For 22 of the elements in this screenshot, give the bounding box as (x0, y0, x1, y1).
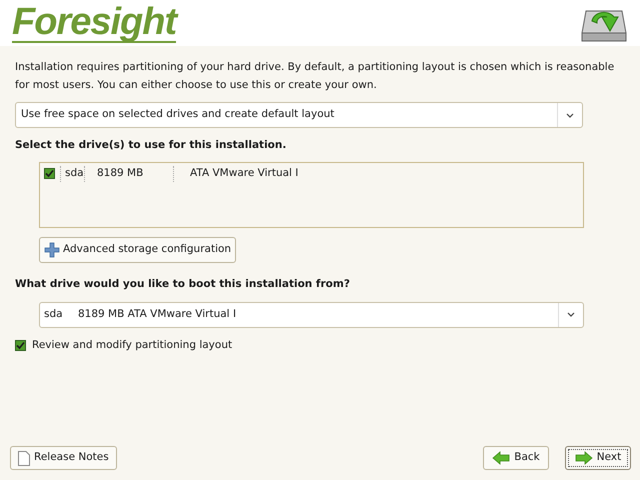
boot-dropdown[interactable]: sda 8189 MB ATA VMware Virtual I (39, 302, 584, 328)
drive-name: sda (60, 166, 84, 182)
review-label: Review and modify partitioning layout (32, 338, 232, 352)
drives-heading: Select the drive(s) to use for this installation. (15, 138, 288, 153)
intro-text: Installation requires partitioning of your hard drive. By default, a partitioning layout is chosen which is reasonable for most users. You can either choose to use this or create your own. (15, 60, 616, 93)
layout-dropdown[interactable]: Use free space on selected drives and create default layout (15, 102, 583, 128)
boot-heading: What drive would you like to boot this installation from? (15, 276, 351, 292)
advanced-storage-button[interactable]: Advanced storage configuration (39, 236, 236, 263)
checkbox[interactable] (15, 340, 26, 351)
drive-size: 8189 MB (84, 166, 173, 182)
chevron-down-icon (567, 312, 575, 317)
plus-icon (44, 242, 60, 258)
arrow-left-icon (492, 451, 510, 465)
release-notes-button[interactable]: Release Notes (10, 446, 117, 470)
back-button[interactable]: Back (483, 446, 549, 470)
arrow-right-icon (574, 451, 593, 465)
logo: Foresight (12, 3, 176, 43)
chevron-down-icon (566, 112, 574, 118)
checkbox[interactable] (44, 168, 55, 180)
drive-model: ATA VMware Virtual I (173, 166, 298, 182)
next-button[interactable]: Next (565, 446, 631, 470)
document-icon (18, 450, 30, 466)
